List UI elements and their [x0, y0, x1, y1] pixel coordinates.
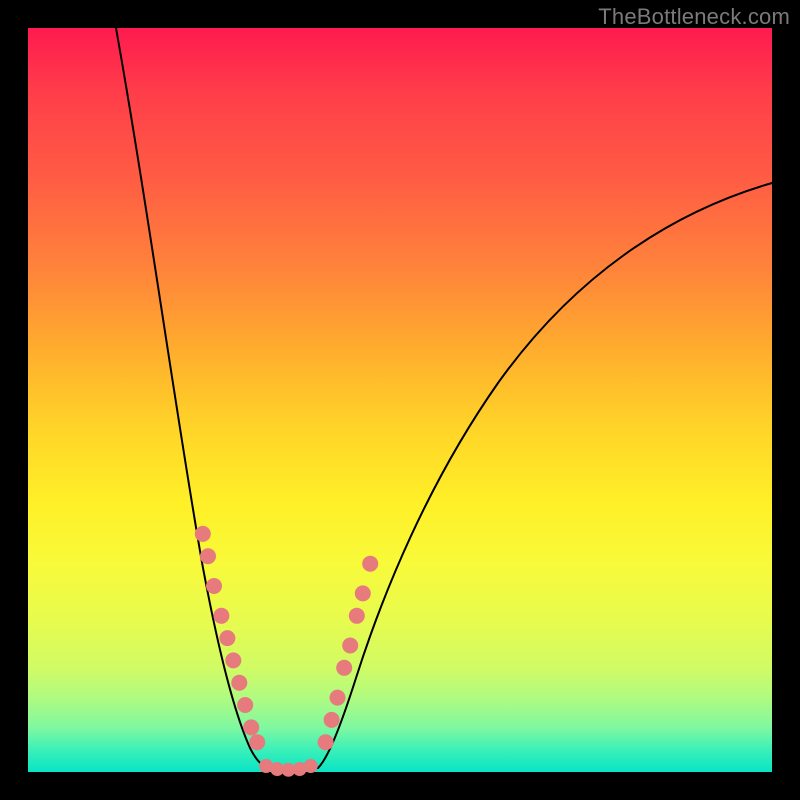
- data-marker: [324, 712, 340, 728]
- bottleneck-curve: [28, 28, 772, 772]
- curve-left-branch: [116, 28, 268, 768]
- data-marker: [231, 675, 247, 691]
- watermark-text: TheBottleneck.com: [598, 4, 790, 30]
- data-marker: [237, 697, 253, 713]
- data-marker: [219, 630, 235, 646]
- data-marker: [206, 578, 222, 594]
- curve-right-branch: [318, 183, 772, 768]
- data-marker: [243, 719, 259, 735]
- data-marker: [362, 556, 378, 572]
- marker-group: [195, 526, 378, 777]
- data-marker: [213, 608, 229, 624]
- data-marker: [225, 652, 241, 668]
- data-marker: [318, 734, 334, 750]
- data-marker: [355, 585, 371, 601]
- data-marker: [330, 690, 346, 706]
- data-marker: [200, 548, 216, 564]
- data-marker: [336, 660, 352, 676]
- data-marker: [304, 759, 318, 773]
- data-marker: [342, 638, 358, 654]
- data-marker: [349, 608, 365, 624]
- chart-container: TheBottleneck.com: [0, 0, 800, 800]
- data-marker: [195, 526, 211, 542]
- data-marker: [249, 734, 265, 750]
- plot-area: [28, 28, 772, 772]
